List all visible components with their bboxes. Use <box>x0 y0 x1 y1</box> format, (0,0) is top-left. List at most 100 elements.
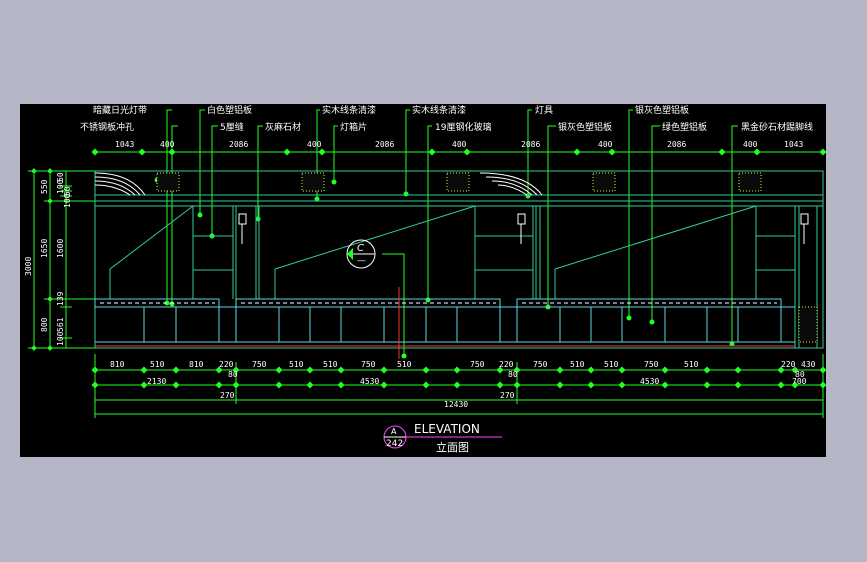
stone-column-hatch <box>798 306 818 343</box>
dim-label: 510 <box>150 360 165 369</box>
leader-dots <box>154 177 735 359</box>
title-ref-top: A <box>391 427 397 436</box>
dim-label-total: 12430 <box>444 400 468 409</box>
leader-dot <box>331 179 337 185</box>
dim-tick <box>91 381 99 389</box>
dim-label: 400 <box>307 140 322 149</box>
dim-tick <box>337 366 345 374</box>
dim-tick <box>819 148 826 156</box>
leader-line <box>382 253 405 356</box>
dim-tick <box>232 381 240 389</box>
dim-tick <box>140 381 148 389</box>
dim-label: 400 <box>598 140 613 149</box>
dim-label: 400 <box>452 140 467 149</box>
dim-label: 510 <box>397 360 412 369</box>
dim-tick <box>556 366 564 374</box>
leader-dot <box>425 297 431 303</box>
dim-label: 750 <box>644 360 659 369</box>
dim-label-height-total: 3000 <box>24 257 33 276</box>
wall-sconce <box>517 213 526 225</box>
leader-dot <box>169 301 175 307</box>
cad-drawing-canvas: 暗藏日光灯带 白色塑铝板 实木线条清漆 实木线条清漆 灯具 银灰色塑铝板 不锈钢… <box>20 104 826 457</box>
dim-tick <box>618 366 626 374</box>
dim-tick <box>718 148 726 156</box>
note-silver-aluminum-panel-top: 银灰色塑铝板 <box>635 104 689 116</box>
leader-dot <box>197 212 203 218</box>
note-tempered-glass: 19厘钢化玻璃 <box>435 121 491 133</box>
dim-label: 270 <box>220 391 235 400</box>
dim-tick <box>283 148 291 156</box>
dim-label: 1043 <box>784 140 803 149</box>
section-sub: — <box>357 256 366 266</box>
dim-tick <box>734 366 742 374</box>
note-hidden-light-strip: 暗藏日光灯带 <box>93 104 147 116</box>
note-white-aluminum-panel: 白色塑铝板 <box>207 104 252 116</box>
dim-tick <box>318 148 326 156</box>
dim-tick <box>168 148 176 156</box>
top-dimension-labels: 1043 400 2086 400 2086 400 2086 400 2086… <box>115 140 803 149</box>
dim-tick <box>608 148 616 156</box>
note-green-aluminum-panel: 绿色塑铝板 <box>662 121 707 133</box>
dim-label: 430 <box>801 360 816 369</box>
dim-tick <box>140 366 148 374</box>
dim-tick <box>513 381 521 389</box>
left-dimension-labels: 3000 550 1650 800 50 100 50 100 1600 139… <box>24 172 72 346</box>
dim-label: 750 <box>470 360 485 369</box>
dim-label: 700 <box>792 377 807 386</box>
note-wood-trim-lacquer-1: 实木线条清漆 <box>322 104 376 116</box>
dim-tick <box>587 381 595 389</box>
dim-tick <box>819 381 826 389</box>
dim-label: 80 <box>508 370 518 379</box>
dim-tick <box>215 381 223 389</box>
lightbox-hatch <box>738 172 762 192</box>
dim-tick <box>337 381 345 389</box>
dim-tick <box>422 366 430 374</box>
dim-label: 1043 <box>115 140 134 149</box>
leader-line <box>211 125 218 236</box>
lightbox-hatch <box>301 172 325 192</box>
leader-line <box>257 125 263 219</box>
dim-label: 510 <box>289 360 304 369</box>
leader-line <box>199 109 205 215</box>
title-ref-bottom: 242 <box>386 439 403 449</box>
top-lightbox-hatches <box>156 172 762 192</box>
leader-line <box>628 109 633 318</box>
dim-label: 561 <box>56 317 65 332</box>
dim-tick <box>91 148 99 156</box>
dim-tick <box>556 381 564 389</box>
note-black-granite-skirting: 黑金砂石材踢脚线 <box>741 121 813 133</box>
wall-panels <box>109 205 818 348</box>
dim-label: 2086 <box>375 140 394 149</box>
dim-tick <box>661 366 669 374</box>
dim-tick <box>275 381 283 389</box>
bottom-dimension-labels-row1: 810 510 810 220 750 510 510 750 510 750 … <box>110 360 816 369</box>
dim-label: 750 <box>252 360 267 369</box>
dim-label: 80 <box>228 370 238 379</box>
dim-tick <box>703 366 711 374</box>
dim-tick <box>463 148 471 156</box>
note-lightbox-film: 灯箱片 <box>340 121 367 133</box>
dim-label: 2086 <box>667 140 686 149</box>
dim-label: 400 <box>743 140 758 149</box>
dim-label: 400 <box>160 140 175 149</box>
dim-tick <box>91 366 99 374</box>
dim-label: 220 <box>781 360 796 369</box>
section-letter: C <box>357 243 364 254</box>
dim-label: 2086 <box>521 140 540 149</box>
dim-label: 1600 <box>56 239 65 258</box>
dim-tick <box>703 381 711 389</box>
dim-tick <box>172 381 180 389</box>
dim-label: 510 <box>323 360 338 369</box>
drawing-title: ELEVATION <box>414 422 480 436</box>
lightbox-hatch <box>592 172 616 192</box>
leader-dot <box>401 353 407 359</box>
dim-tick <box>138 148 146 156</box>
dim-tick <box>753 148 761 156</box>
dim-label: 2130 <box>147 377 166 386</box>
leader-dot <box>649 319 655 325</box>
dim-tick <box>380 381 388 389</box>
leader-dot <box>403 191 409 197</box>
note-5mm-gap: 5厘缝 <box>220 121 244 133</box>
dim-tick <box>380 366 388 374</box>
dim-label: 510 <box>684 360 699 369</box>
